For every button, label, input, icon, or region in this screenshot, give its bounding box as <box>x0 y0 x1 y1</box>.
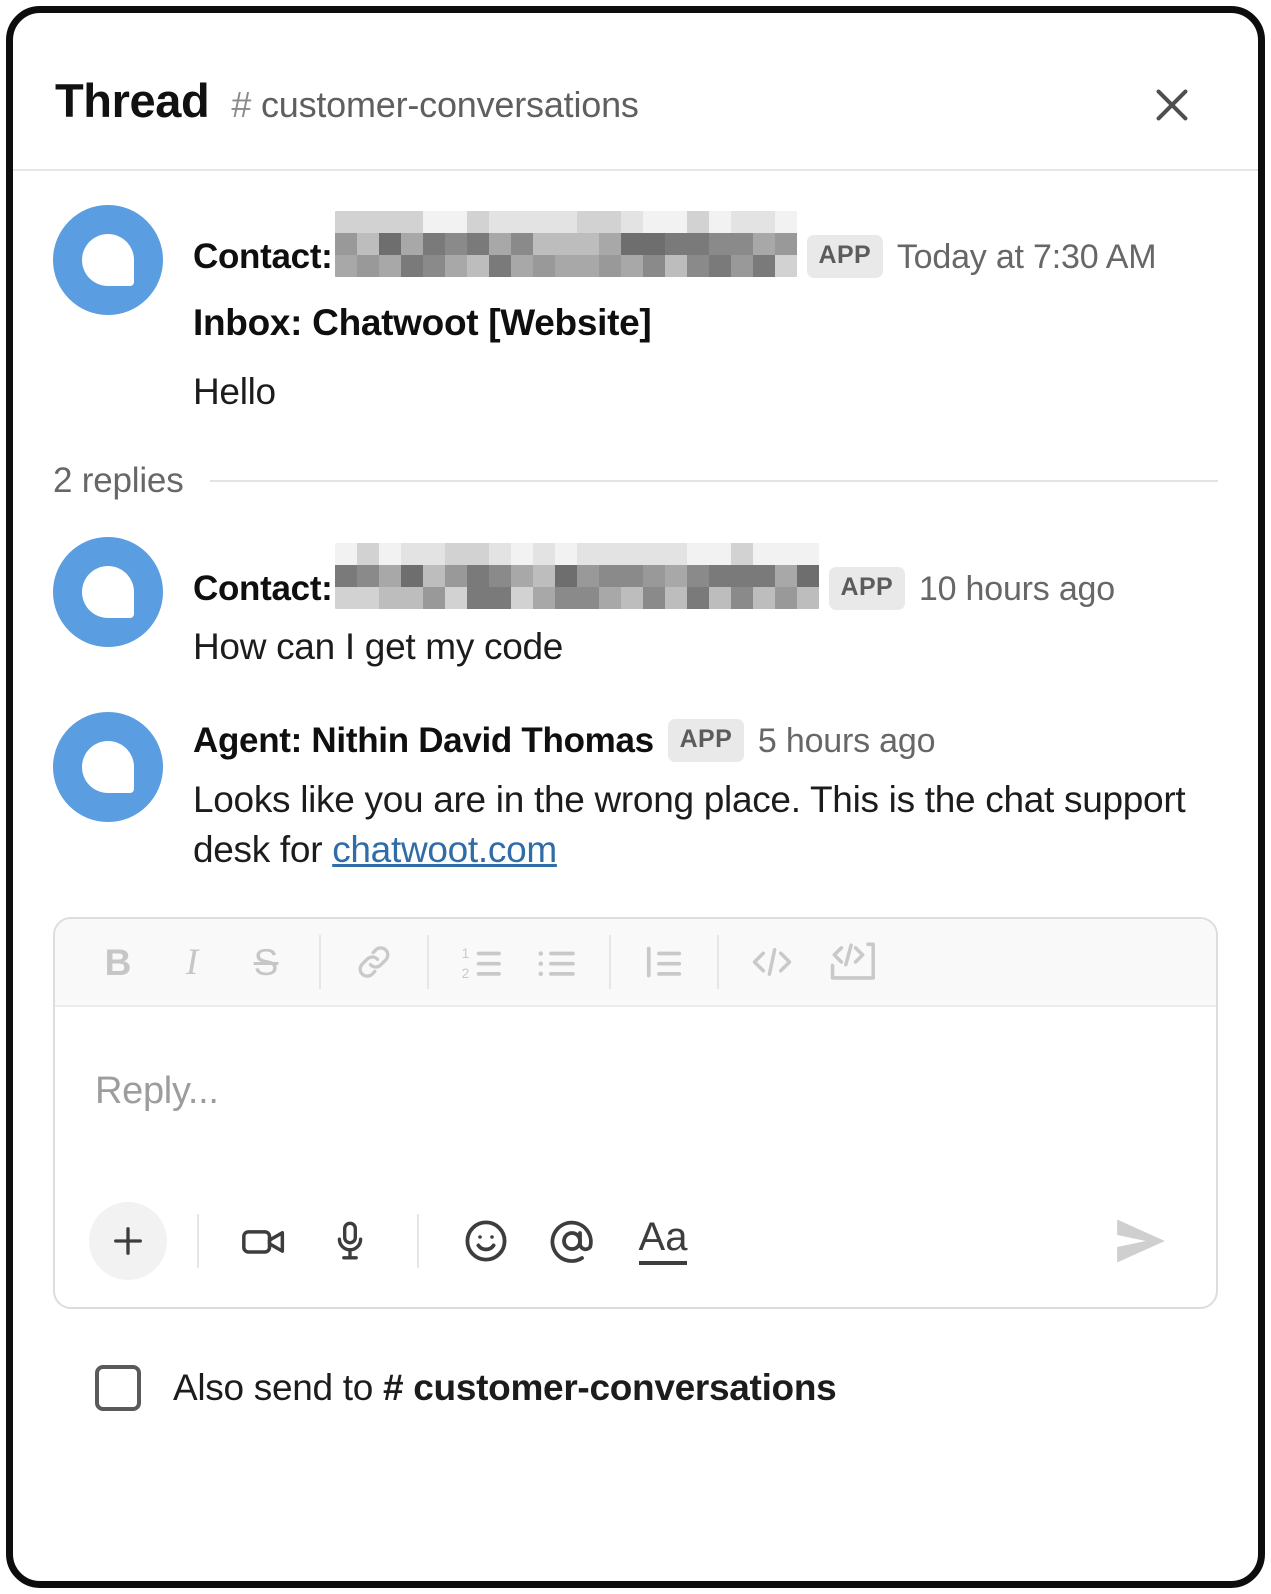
also-send-channel: customer-conversations <box>413 1367 837 1409</box>
microphone-icon[interactable] <box>307 1202 393 1280</box>
also-send-prefix: Also send to <box>173 1367 384 1409</box>
link-icon[interactable] <box>337 931 411 993</box>
message-list: Contact: APP Today at 7:30 AM Inbox: Chat… <box>13 171 1258 417</box>
video-camera-icon[interactable] <box>221 1202 307 1280</box>
send-icon[interactable] <box>1106 1210 1176 1272</box>
page-title: Thread <box>55 74 210 127</box>
action-separator <box>197 1214 199 1269</box>
avatar-column <box>53 531 193 673</box>
hash-icon: # <box>231 84 252 125</box>
thread-header: Thread # customer-conversations <box>13 13 1258 171</box>
also-send-checkbox[interactable] <box>95 1365 141 1412</box>
message-timestamp[interactable]: Today at 7:30 AM <box>897 238 1157 276</box>
divider-line <box>209 479 1218 482</box>
reply-placeholder: Reply... <box>95 1069 219 1112</box>
italic-button[interactable]: I <box>155 931 229 993</box>
action-separator <box>417 1214 419 1269</box>
message-reply-1: Contact: APP 10 hours ago How can I get m… <box>53 531 1218 673</box>
channel-label: # customer-conversations <box>231 84 639 126</box>
formatting-toolbar: B I S 1 2 <box>55 919 1216 1008</box>
reply-list: Contact: APP 10 hours ago How can I get m… <box>13 531 1258 875</box>
breadcrumb: Thread # customer-conversations <box>55 73 639 128</box>
strikethrough-button[interactable]: S <box>229 931 303 993</box>
redacted-name <box>334 211 797 277</box>
code-block-icon[interactable] <box>809 931 895 993</box>
message-meta: Agent: Nithin David Thomas APP 5 hours a… <box>193 718 1218 764</box>
thread-panel: Thread # customer-conversations Contact:… <box>6 6 1265 1588</box>
message-text: How can I get my code <box>193 626 564 667</box>
message-sender[interactable]: Contact: <box>193 569 333 608</box>
toolbar-separator <box>427 935 429 990</box>
chatwoot-logo-icon <box>82 741 134 794</box>
message-text: Looks like you are in the wrong place. T… <box>193 775 1218 876</box>
close-icon[interactable] <box>1144 77 1200 133</box>
also-send-hash: # <box>383 1367 414 1409</box>
bold-button[interactable]: B <box>81 931 155 993</box>
also-send-row[interactable]: Also send to # customer-conversations <box>95 1365 1258 1412</box>
avatar <box>53 712 163 823</box>
avatar-column <box>53 706 193 875</box>
replies-divider: 2 replies <box>13 461 1258 501</box>
blockquote-icon[interactable] <box>627 931 701 993</box>
message-body: Agent: Nithin David Thomas APP 5 hours a… <box>193 706 1218 875</box>
channel-name-text: customer-conversations <box>260 84 639 125</box>
replies-count[interactable]: 2 replies <box>53 461 184 501</box>
message-reply-2: Agent: Nithin David Thomas APP 5 hours a… <box>53 706 1218 875</box>
code-icon[interactable] <box>735 931 809 993</box>
message-root: Contact: APP Today at 7:30 AM Inbox: Chat… <box>53 171 1218 417</box>
message-meta: Contact: APP 10 hours ago <box>193 542 1218 612</box>
avatar <box>53 205 163 315</box>
avatar-column <box>53 199 193 417</box>
chatwoot-logo-icon <box>82 234 134 286</box>
reply-input[interactable]: Reply... <box>55 1007 1216 1175</box>
toolbar-separator <box>319 935 321 990</box>
composer-actions: Aa <box>55 1175 1216 1307</box>
chatwoot-link[interactable]: chatwoot.com <box>332 829 557 870</box>
message-inbox-line: Inbox: Chatwoot [Website] <box>193 302 652 344</box>
toolbar-separator <box>609 935 611 990</box>
message-body: Contact: APP 10 hours ago How can I get m… <box>193 531 1218 673</box>
message-timestamp[interactable]: 10 hours ago <box>919 570 1115 608</box>
redacted-name <box>334 542 819 609</box>
also-send-label: Also send to # customer-conversations <box>173 1367 837 1409</box>
bulleted-list-icon[interactable] <box>519 931 593 993</box>
message-sender[interactable]: Agent: Nithin David Thomas <box>193 721 654 760</box>
message-body: Contact: APP Today at 7:30 AM Inbox: Chat… <box>193 199 1218 417</box>
formatting-button[interactable]: Aa <box>615 1202 711 1280</box>
svg-text:1: 1 <box>462 946 470 961</box>
message-meta: Contact: APP Today at 7:30 AM <box>193 211 1218 280</box>
smiley-icon[interactable] <box>443 1202 529 1280</box>
app-badge: APP <box>828 566 906 610</box>
reply-composer: B I S 1 2 Reply... Aa <box>53 917 1218 1310</box>
message-sender[interactable]: Contact: <box>193 237 333 276</box>
message-timestamp[interactable]: 5 hours ago <box>758 722 936 760</box>
avatar <box>53 536 163 647</box>
svg-text:2: 2 <box>462 966 470 981</box>
app-badge: APP <box>806 235 884 278</box>
message-text: Hello <box>193 370 276 412</box>
app-badge: APP <box>667 719 745 763</box>
plus-icon[interactable] <box>89 1202 167 1281</box>
chatwoot-logo-icon <box>82 565 134 618</box>
toolbar-separator <box>717 935 719 990</box>
ordered-list-icon[interactable]: 1 2 <box>445 931 519 993</box>
at-icon[interactable] <box>529 1202 615 1280</box>
